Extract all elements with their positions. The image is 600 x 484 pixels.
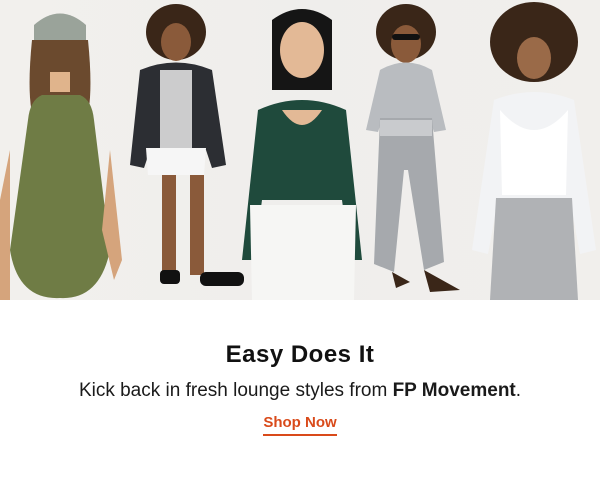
- promo-headline: Easy Does It: [225, 341, 375, 368]
- model-olive-romper: [0, 13, 122, 300]
- model-grey-set: [366, 4, 460, 292]
- model-white-top: [472, 2, 596, 300]
- model-green-top: [242, 9, 362, 300]
- hero-image[interactable]: [0, 0, 600, 300]
- brand-name: FP Movement: [392, 380, 516, 401]
- promo-caption: Easy Does It Kick back in fresh lounge s…: [0, 300, 600, 436]
- subline-text: Kick back in fresh lounge styles from: [78, 380, 393, 401]
- subline-end: .: [515, 380, 522, 401]
- promo-subline: Kick back in fresh lounge styles from FP…: [0, 378, 600, 404]
- model-black-hoodie: [130, 4, 244, 286]
- models-illustration: [0, 2, 596, 300]
- shop-now-link[interactable]: Shop Now: [263, 414, 337, 436]
